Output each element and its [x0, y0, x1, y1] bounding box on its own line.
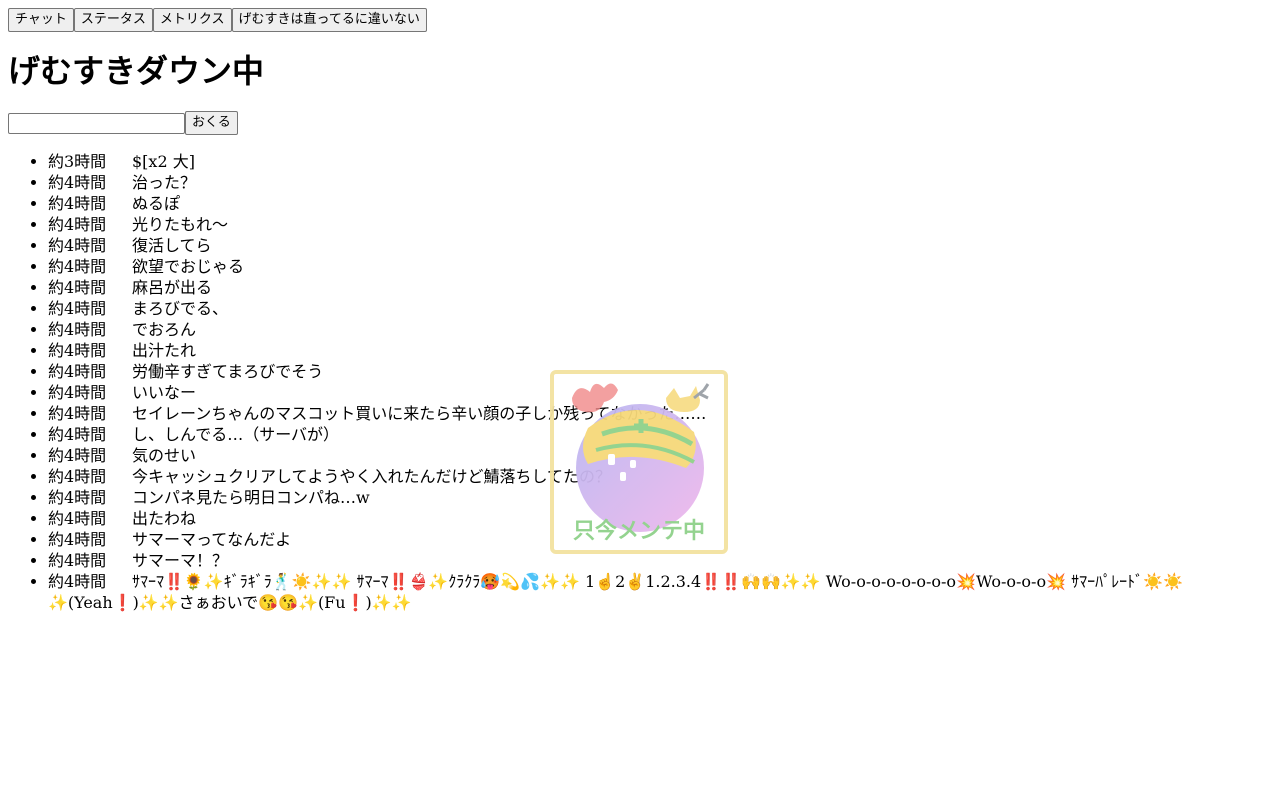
- message-item: 約4時間 光りたもれ～: [48, 214, 1272, 235]
- message-time: 約4時間: [48, 572, 107, 591]
- send-button[interactable]: おくる: [185, 111, 238, 135]
- tab-status[interactable]: ステータス: [73, 8, 153, 32]
- message-item: 約4時間 欲望でおじゃる: [48, 256, 1272, 277]
- message-text: でおろん: [132, 320, 197, 339]
- message-text: いいなー: [132, 383, 197, 402]
- message-time: 約4時間: [48, 341, 107, 360]
- message-item: 約4時間 気のせい: [48, 445, 1272, 466]
- message-item: 約4時間 サマーマ！？: [48, 550, 1272, 571]
- message-text: 光りたもれ～: [132, 215, 229, 234]
- message-time: 約4時間: [48, 404, 107, 423]
- message-time: 約4時間: [48, 362, 107, 381]
- message-item: 約4時間 麻呂が出る: [48, 277, 1272, 298]
- message-text: ぬるぽ: [132, 194, 181, 213]
- message-text: 出汁たれ: [132, 341, 197, 360]
- message-text: 出たわね: [132, 509, 197, 528]
- message-time: 約4時間: [48, 257, 107, 276]
- tab-fixed[interactable]: げむすきは直ってるに違いない: [231, 8, 427, 32]
- message-item: 約4時間 でおろん: [48, 319, 1272, 340]
- message-time: 約4時間: [48, 530, 107, 549]
- message-time: 約4時間: [48, 215, 107, 234]
- send-form: おくる: [8, 111, 1272, 135]
- message-time: 約4時間: [48, 425, 107, 444]
- message-item: 約3時間 $[x2 大]: [48, 151, 1272, 172]
- tab-chat[interactable]: チャット: [8, 8, 74, 32]
- message-text: $[x2 大]: [132, 152, 195, 171]
- page-title: げむすきダウン中: [8, 52, 265, 90]
- message-time: 約4時間: [48, 509, 107, 528]
- message-item: 約4時間 今キャッシュクリアしてようやく入れたんだけど鯖落ちしてたの？: [48, 466, 1272, 487]
- message-text: サマーマ！？: [132, 551, 229, 570]
- message-item: 約4時間 復活してら: [48, 235, 1272, 256]
- message-item: 約4時間ｻﾏｰﾏ‼️🌻✨ｷﾞﾗｷﾞﾗ🕺☀️✨✨ ｻﾏｰﾏ‼️👙✨ｸﾗｸﾗ🥵💫💦✨…: [48, 571, 1272, 613]
- message-text: 労働辛すぎてまろびでそう: [132, 362, 324, 381]
- message-input[interactable]: [8, 113, 185, 134]
- message-item: 約4時間 出汁たれ: [48, 340, 1272, 361]
- message-item: 約4時間 コンパネ見たら明日コンパね…w: [48, 487, 1272, 508]
- message-time: 約4時間: [48, 467, 107, 486]
- message-text: ｻﾏｰﾏ‼️🌻✨ｷﾞﾗｷﾞﾗ🕺☀️✨✨ ｻﾏｰﾏ‼️👙✨ｸﾗｸﾗ🥵💫💦✨✨ 1☝…: [48, 572, 1183, 612]
- message-item: 約4時間 セイレーンちゃんのマスコット買いに来たら辛い顔の子しか残ってなかった……: [48, 403, 1272, 424]
- message-time: 約4時間: [48, 446, 107, 465]
- message-time: 約4時間: [48, 173, 107, 192]
- message-time: 約4時間: [48, 488, 107, 507]
- message-text: 今キャッシュクリアしてようやく入れたんだけど鯖落ちしてたの？: [132, 467, 612, 486]
- message-item: 約4時間 労働辛すぎてまろびでそう: [48, 361, 1272, 382]
- page: チャット ステータス メトリクス げむすきは直ってるに違いない げむすきダウン中…: [0, 0, 1280, 621]
- message-text: し、しんでる…（サーバが）: [132, 425, 340, 444]
- message-time: 約4時間: [48, 194, 107, 213]
- message-time: 約4時間: [48, 299, 107, 318]
- message-item: 約4時間 し、しんでる…（サーバが）: [48, 424, 1272, 445]
- message-text: 復活してら: [132, 236, 212, 255]
- message-text: 気のせい: [132, 446, 197, 465]
- message-time: 約4時間: [48, 383, 107, 402]
- message-item: 約4時間 出たわね: [48, 508, 1272, 529]
- message-time: 約3時間: [48, 152, 107, 171]
- message-text: 治った？: [132, 173, 197, 192]
- tab-metrics[interactable]: メトリクス: [152, 8, 232, 32]
- message-item: 約4時間 ぬるぽ: [48, 193, 1272, 214]
- message-time: 約4時間: [48, 236, 107, 255]
- message-text: コンパネ見たら明日コンパね…w: [132, 488, 370, 507]
- message-time: 約4時間: [48, 320, 107, 339]
- message-time: 約4時間: [48, 551, 107, 570]
- message-text: セイレーンちゃんのマスコット買いに来たら辛い顔の子しか残ってなかった……: [132, 404, 707, 423]
- message-item: 約4時間 サマーマってなんだよ: [48, 529, 1272, 550]
- message-time: 約4時間: [48, 278, 107, 297]
- message-text: 麻呂が出る: [132, 278, 213, 297]
- message-list: 約3時間$[x2 大]約4時間治った？約4時間ぬるぽ約4時間光りたもれ～約4時間…: [8, 151, 1272, 613]
- message-item: 約4時間 まろびでる、: [48, 298, 1272, 319]
- message-text: まろびでる、: [132, 299, 229, 318]
- top-nav: チャット ステータス メトリクス げむすきは直ってるに違いない: [8, 8, 1272, 32]
- message-text: サマーマってなんだよ: [132, 530, 292, 549]
- message-item: 約4時間 いいなー: [48, 382, 1272, 403]
- message-item: 約4時間 治った？: [48, 172, 1272, 193]
- message-text: 欲望でおじゃる: [132, 257, 245, 276]
